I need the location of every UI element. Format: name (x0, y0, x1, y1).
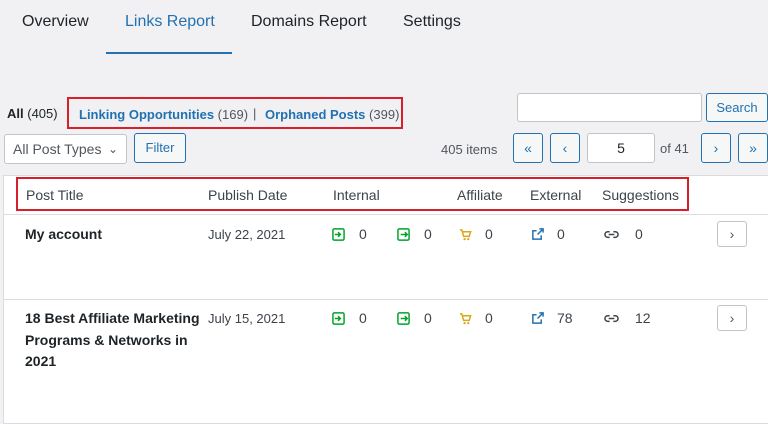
search-button[interactable]: Search (706, 93, 768, 122)
tab-overview[interactable]: Overview (22, 13, 89, 31)
internal-outbound-count: 0 (424, 226, 432, 242)
items-count: 405 items (441, 142, 498, 157)
table-row: 18 Best Affiliate Marketing Programs & N… (4, 300, 768, 424)
publish-date: July 15, 2021 (208, 311, 286, 326)
suggestions-count: 0 (635, 226, 643, 242)
suggestions-count: 12 (635, 310, 651, 326)
columns-highlight-box (16, 177, 689, 211)
internal-inbound-count: 0 (359, 310, 367, 326)
expand-row-button[interactable]: › (717, 221, 747, 247)
table-row: My account July 22, 2021 0 0 0 0 0 › (4, 214, 768, 300)
filter-orphaned-posts[interactable]: Orphaned Posts (399) (265, 107, 399, 122)
tab-domains-report[interactable]: Domains Report (251, 13, 367, 31)
chevron-right-icon: › (729, 226, 735, 242)
post-type-select[interactable]: All Post Types ⌄ (4, 134, 127, 164)
tab-settings[interactable]: Settings (403, 13, 461, 31)
links-table: Post Title Publish Date Internal Affilia… (3, 175, 768, 424)
prev-page-button[interactable]: ‹ (550, 133, 580, 163)
expand-row-button[interactable]: › (717, 305, 747, 331)
chevron-down-icon: ⌄ (107, 142, 118, 156)
affiliate-count: 0 (485, 226, 493, 242)
search-input[interactable] (517, 93, 702, 122)
inbound-link-icon (332, 228, 345, 241)
filter-orphaned-count: (399) (369, 107, 400, 122)
first-page-button[interactable]: « (513, 133, 543, 163)
external-count: 78 (557, 310, 573, 326)
tab-links-report[interactable]: Links Report (125, 13, 215, 31)
post-title[interactable]: My account (25, 224, 200, 246)
external-link-icon (532, 312, 544, 324)
affiliate-count: 0 (485, 310, 493, 326)
post-type-selected: All Post Types (13, 141, 102, 157)
filter-all-count: (405) (27, 106, 58, 121)
tab-bar: Overview Links Report Domains Report Set… (0, 0, 768, 54)
cart-icon (459, 313, 472, 325)
link-icon (604, 230, 619, 239)
total-pages: of 41 (660, 141, 689, 156)
cart-icon (459, 229, 472, 241)
filter-all-label: All (7, 106, 24, 121)
last-page-button[interactable]: » (738, 133, 768, 163)
filter-separator: | (253, 106, 257, 121)
filter-orphaned-label[interactable]: Orphaned Posts (265, 107, 365, 122)
internal-inbound-count: 0 (359, 226, 367, 242)
internal-outbound-count: 0 (424, 310, 432, 326)
filter-linking-opportunities[interactable]: Linking Opportunities (169) (79, 107, 248, 122)
filter-button[interactable]: Filter (134, 133, 186, 163)
inbound-link-icon (332, 312, 345, 325)
outbound-link-icon (397, 312, 410, 325)
filter-linking-label[interactable]: Linking Opportunities (79, 107, 214, 122)
chevron-right-icon: › (729, 310, 735, 326)
current-page-input[interactable]: 5 (587, 133, 655, 163)
external-link-icon (532, 228, 544, 240)
link-icon (604, 314, 619, 323)
post-title[interactable]: 18 Best Affiliate Marketing Programs & N… (25, 308, 200, 373)
outbound-link-icon (397, 228, 410, 241)
filter-linking-count: (169) (217, 107, 249, 122)
publish-date: July 22, 2021 (208, 227, 286, 242)
active-tab-indicator (106, 52, 232, 54)
external-count: 0 (557, 226, 565, 242)
next-page-button[interactable]: › (701, 133, 731, 163)
